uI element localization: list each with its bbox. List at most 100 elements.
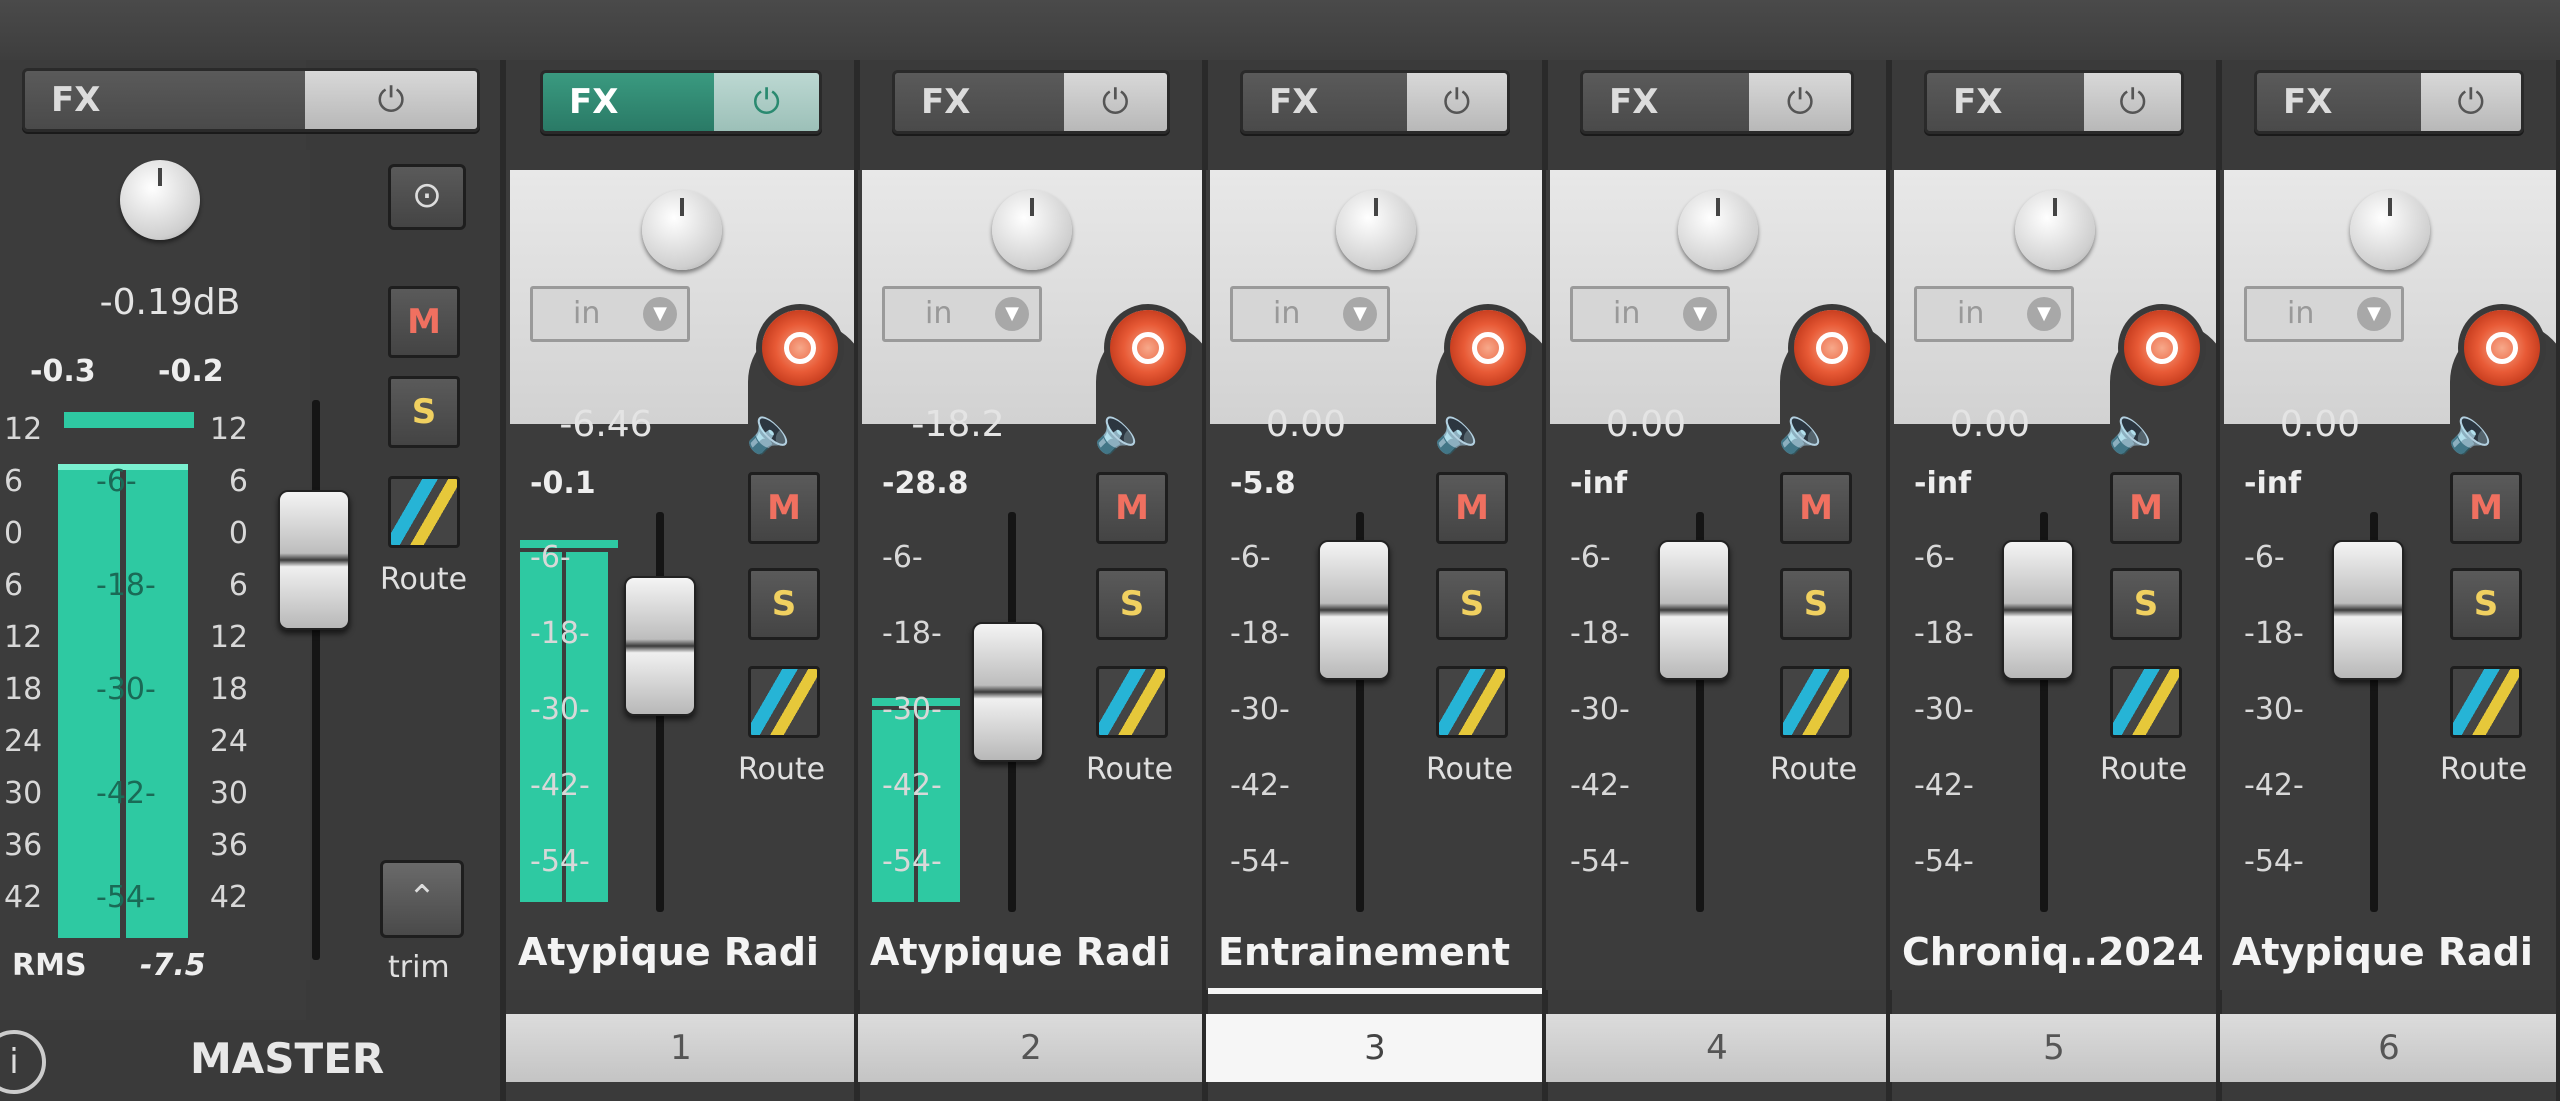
channel-pan-knob[interactable]: [2015, 190, 2095, 270]
channel-input-select[interactable]: in ▼: [530, 286, 690, 342]
channel-route-button[interactable]: [2110, 666, 2182, 738]
master-fader[interactable]: [278, 490, 350, 630]
channel-name[interactable]: Atypique Radi: [870, 930, 1198, 974]
channel-fx-button[interactable]: FX ⏻: [1580, 70, 1854, 134]
master-scale-center: -6- -18- -30- -42- -54-: [96, 430, 156, 950]
channel-mute-button[interactable]: M: [2450, 472, 2522, 544]
channel-scale: -6- -18- -30- -42- -54-: [1914, 520, 1974, 900]
channel-fader[interactable]: [624, 576, 696, 716]
master-scale-left: 12 6 0 6 12 18 24 30 36 42: [4, 404, 42, 924]
record-arm-button[interactable]: [1794, 310, 1870, 386]
channel-number-tab[interactable]: 3: [1206, 1014, 1544, 1082]
power-icon[interactable]: ⏻: [305, 71, 477, 129]
channel-solo-button[interactable]: S: [1096, 568, 1168, 640]
power-icon[interactable]: ⏻: [2420, 73, 2521, 131]
scale-tick: -30-: [1230, 692, 1290, 727]
power-icon[interactable]: ⏻: [714, 73, 819, 131]
speaker-icon[interactable]: 🔈: [1778, 404, 1833, 456]
channel-fader[interactable]: [1318, 540, 1390, 680]
channel-pan-knob[interactable]: [1336, 190, 1416, 270]
channel-name[interactable]: Entrainement: [1218, 930, 1538, 974]
channel-route-button[interactable]: [1780, 666, 1852, 738]
record-arm-button[interactable]: [2464, 310, 2540, 386]
record-arm-button[interactable]: [1450, 310, 1526, 386]
channel-fx-button[interactable]: FX ⏻: [1240, 70, 1510, 134]
master-pan-knob[interactable]: [120, 160, 200, 240]
channel-route-button[interactable]: [1096, 666, 1168, 738]
channel-pan-knob[interactable]: [1678, 190, 1758, 270]
power-icon[interactable]: ⏻: [1749, 73, 1851, 131]
channel-input-select[interactable]: in ▼: [882, 286, 1042, 342]
channel-input-select[interactable]: in ▼: [1230, 286, 1390, 342]
scale-tick: 12: [4, 620, 43, 655]
channel-name[interactable]: Chroniq..2024: [1902, 930, 2212, 974]
channel-fx-button[interactable]: FX ⏻: [1924, 70, 2184, 134]
scale-tick: -30-: [882, 692, 942, 727]
input-label: in: [1273, 296, 1301, 331]
channel-mute-button[interactable]: M: [1436, 472, 1508, 544]
power-icon[interactable]: ⏻: [1063, 73, 1167, 131]
scale-tick: -42-: [882, 768, 942, 803]
master-fx-button[interactable]: FX ⏻: [22, 68, 480, 132]
power-icon[interactable]: ⏻: [2084, 73, 2181, 131]
channel-mute-button[interactable]: M: [2110, 472, 2182, 544]
channel-route-button[interactable]: [1436, 666, 1508, 738]
record-arm-button[interactable]: [762, 310, 838, 386]
channel-mute-button[interactable]: M: [1096, 472, 1168, 544]
channel-scale: -6- -18- -30- -42- -54-: [882, 520, 942, 900]
master-rms-label: RMS: [12, 948, 87, 983]
master-route-button[interactable]: [388, 476, 460, 548]
channel-route-button[interactable]: [748, 666, 820, 738]
channel-fader[interactable]: [2332, 540, 2404, 680]
channel-input-select[interactable]: in ▼: [2244, 286, 2404, 342]
fx-label: FX: [1583, 73, 1750, 131]
record-arm-button[interactable]: [2124, 310, 2200, 386]
record-arm-button[interactable]: [1110, 310, 1186, 386]
channel-number-tab[interactable]: 6: [2220, 1014, 2558, 1082]
channel-route-button[interactable]: [2450, 666, 2522, 738]
master-solo-button[interactable]: S: [388, 376, 460, 448]
speaker-icon[interactable]: 🔈: [1094, 404, 1149, 456]
channel-fader[interactable]: [1658, 540, 1730, 680]
fx-label: FX: [1243, 73, 1407, 131]
channel-scale: -6- -18- -30- -42- -54-: [2244, 520, 2304, 900]
power-icon[interactable]: ⏻: [1406, 73, 1507, 131]
channel-name[interactable]: Atypique Radi: [518, 930, 850, 974]
top-strip: [0, 0, 2560, 60]
channel-solo-button[interactable]: S: [1436, 568, 1508, 640]
scale-tick: 12: [209, 412, 248, 447]
channel-mute-button[interactable]: M: [748, 472, 820, 544]
channel-solo-button[interactable]: S: [748, 568, 820, 640]
channel-fader[interactable]: [972, 622, 1044, 762]
channel-number-tab[interactable]: 2: [858, 1014, 1204, 1082]
channel-solo-button[interactable]: S: [2110, 568, 2182, 640]
master-trim-button[interactable]: ⌃: [380, 860, 464, 938]
channel-pan-knob[interactable]: [642, 190, 722, 270]
master-mono-button[interactable]: ⊙: [388, 164, 466, 230]
master-mute-button[interactable]: M: [388, 286, 460, 358]
channel-mute-button[interactable]: M: [1780, 472, 1852, 544]
speaker-icon[interactable]: 🔈: [2108, 404, 2163, 456]
channel-name[interactable]: Atypique Radi: [2232, 930, 2552, 974]
scale-tick: 18: [209, 672, 248, 707]
chevron-down-icon: ▼: [643, 297, 677, 331]
channel-fx-button[interactable]: FX ⏻: [540, 70, 822, 134]
channel-input-select[interactable]: in ▼: [1570, 286, 1730, 342]
channel-pan-knob[interactable]: [2350, 190, 2430, 270]
channel-number-tab[interactable]: 5: [1890, 1014, 2218, 1082]
channel-number-tab[interactable]: 1: [506, 1014, 856, 1082]
channel-solo-button[interactable]: S: [2450, 568, 2522, 640]
channel-fx-button[interactable]: FX ⏻: [2254, 70, 2524, 134]
scale-tick: -54-: [882, 844, 942, 879]
speaker-icon[interactable]: 🔈: [1434, 404, 1489, 456]
channel-solo-button[interactable]: S: [1780, 568, 1852, 640]
channel-number-tab[interactable]: 4: [1546, 1014, 1888, 1082]
speaker-icon[interactable]: 🔈: [2448, 404, 2503, 456]
channel-pan-knob[interactable]: [992, 190, 1072, 270]
scale-tick: 30: [4, 776, 43, 811]
channel-input-select[interactable]: in ▼: [1914, 286, 2074, 342]
speaker-icon[interactable]: 🔈: [746, 404, 801, 456]
scale-tick: -18-: [530, 616, 590, 651]
channel-fx-button[interactable]: FX ⏻: [892, 70, 1170, 134]
channel-fader[interactable]: [2002, 540, 2074, 680]
